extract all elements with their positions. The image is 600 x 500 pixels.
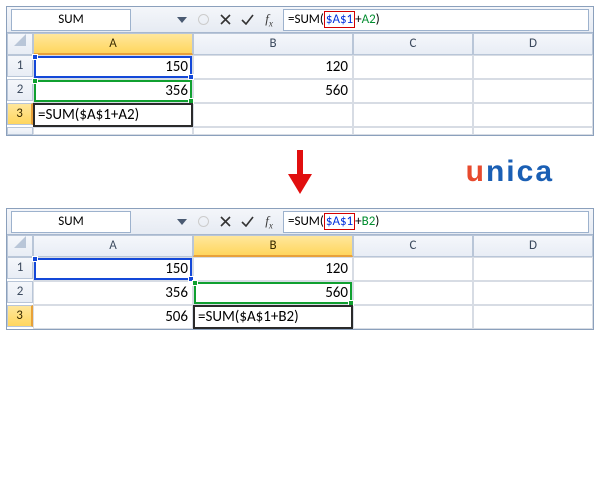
cell-d2[interactable]	[473, 281, 593, 305]
col-header-d[interactable]: D	[473, 235, 593, 257]
cell-d4[interactable]	[473, 127, 593, 135]
grid-bottom: A B C D 1 150 120 2 356 560 3 506 =SUM($…	[7, 235, 593, 329]
cell-b1[interactable]: 120	[193, 55, 353, 79]
cell-b2[interactable]: 560	[193, 281, 353, 305]
row-header-2[interactable]: 2	[7, 281, 33, 303]
formula-suffix: )	[376, 12, 380, 27]
cell-d3[interactable]	[473, 305, 593, 329]
cancel-button[interactable]	[193, 212, 213, 232]
cell-d3[interactable]	[473, 103, 593, 127]
formula-rel-ref: B2	[362, 214, 376, 229]
col-header-c[interactable]: C	[353, 235, 473, 257]
row-header-4[interactable]	[7, 127, 33, 135]
col-header-a[interactable]: A	[33, 33, 193, 55]
row-header-1[interactable]: 1	[7, 55, 33, 77]
col-header-d[interactable]: D	[473, 33, 593, 55]
grid-top: A B C D 1 150 120 2 356 560 3 =SUM($A$1+…	[7, 33, 593, 135]
cell-c3[interactable]	[353, 305, 473, 329]
brand-u: u	[466, 155, 486, 188]
cell-c3[interactable]	[353, 103, 473, 127]
name-box-dropdown[interactable]	[175, 17, 189, 23]
cell-c2[interactable]	[353, 281, 473, 305]
cell-c2[interactable]	[353, 79, 473, 103]
name-box-text: SUM	[58, 214, 83, 229]
separator-row: unica	[6, 154, 594, 190]
excel-panel-bottom: SUM fx =SUM($A$1+B2) A B	[6, 208, 594, 330]
cell-a1[interactable]: 150	[33, 55, 193, 79]
arrow-down-icon	[286, 150, 314, 194]
formula-prefix: =SUM(	[288, 12, 324, 27]
cell-d1[interactable]	[473, 257, 593, 281]
cancel-button[interactable]	[193, 10, 213, 30]
fx-icon: fx	[265, 213, 273, 231]
cell-b3[interactable]: =SUM($A$1+B2)	[193, 305, 353, 329]
enter-icon[interactable]	[237, 10, 257, 30]
select-all-corner[interactable]	[7, 235, 33, 257]
cancel-icon[interactable]	[215, 10, 235, 30]
cell-a1[interactable]: 150	[33, 257, 193, 281]
cell-a3[interactable]: 506	[33, 305, 193, 329]
name-box-text: SUM	[58, 12, 83, 27]
cell-b2[interactable]: 560	[193, 79, 353, 103]
cell-a2[interactable]: 356	[33, 281, 193, 305]
formula-bar: SUM fx =SUM($A$1+A2)	[7, 7, 593, 33]
cell-a2[interactable]: 356	[33, 79, 193, 103]
formula-suffix: )	[375, 214, 379, 229]
row-header-3[interactable]: 3	[7, 305, 33, 327]
formula-bar-buttons: fx	[189, 10, 283, 30]
cell-c1[interactable]	[353, 257, 473, 281]
formula-rel-ref: A2	[362, 12, 376, 27]
brand-rest: nica	[486, 155, 554, 188]
name-box-dropdown[interactable]	[175, 219, 189, 225]
cell-a4[interactable]	[33, 127, 193, 135]
formula-abs-ref: $A$1	[326, 12, 353, 27]
fx-button[interactable]: fx	[259, 212, 279, 232]
cell-d1[interactable]	[473, 55, 593, 79]
excel-panel-top: SUM fx =SUM($A$1+A2) A B	[6, 6, 594, 136]
row-header-1[interactable]: 1	[7, 257, 33, 279]
cell-c1[interactable]	[353, 55, 473, 79]
formula-prefix: =SUM(	[288, 214, 324, 229]
formula-input[interactable]: =SUM($A$1+B2)	[283, 211, 589, 233]
cell-b1[interactable]: 120	[193, 257, 353, 281]
formula-bar-buttons: fx	[189, 212, 283, 232]
cell-b3[interactable]	[193, 103, 353, 127]
formula-bar: SUM fx =SUM($A$1+B2)	[7, 209, 593, 235]
cell-a3[interactable]: =SUM($A$1+A2)	[33, 103, 193, 127]
col-header-c[interactable]: C	[353, 33, 473, 55]
formula-abs-ref: $A$1	[326, 214, 353, 229]
col-header-b[interactable]: B	[193, 33, 353, 55]
formula-input[interactable]: =SUM($A$1+A2)	[283, 9, 589, 31]
cancel-icon[interactable]	[215, 212, 235, 232]
select-all-corner[interactable]	[7, 33, 33, 55]
col-header-a[interactable]: A	[33, 235, 193, 257]
fx-button[interactable]: fx	[259, 10, 279, 30]
col-header-b[interactable]: B	[193, 235, 353, 257]
fx-icon: fx	[265, 11, 273, 29]
cell-c4[interactable]	[353, 127, 473, 135]
name-box[interactable]: SUM	[11, 9, 131, 31]
name-box[interactable]: SUM	[11, 211, 131, 233]
row-header-3[interactable]: 3	[7, 103, 33, 125]
row-header-2[interactable]: 2	[7, 79, 33, 101]
enter-icon[interactable]	[237, 212, 257, 232]
cell-d2[interactable]	[473, 79, 593, 103]
brand-logo: unica	[466, 155, 554, 189]
cell-b4[interactable]	[193, 127, 353, 135]
